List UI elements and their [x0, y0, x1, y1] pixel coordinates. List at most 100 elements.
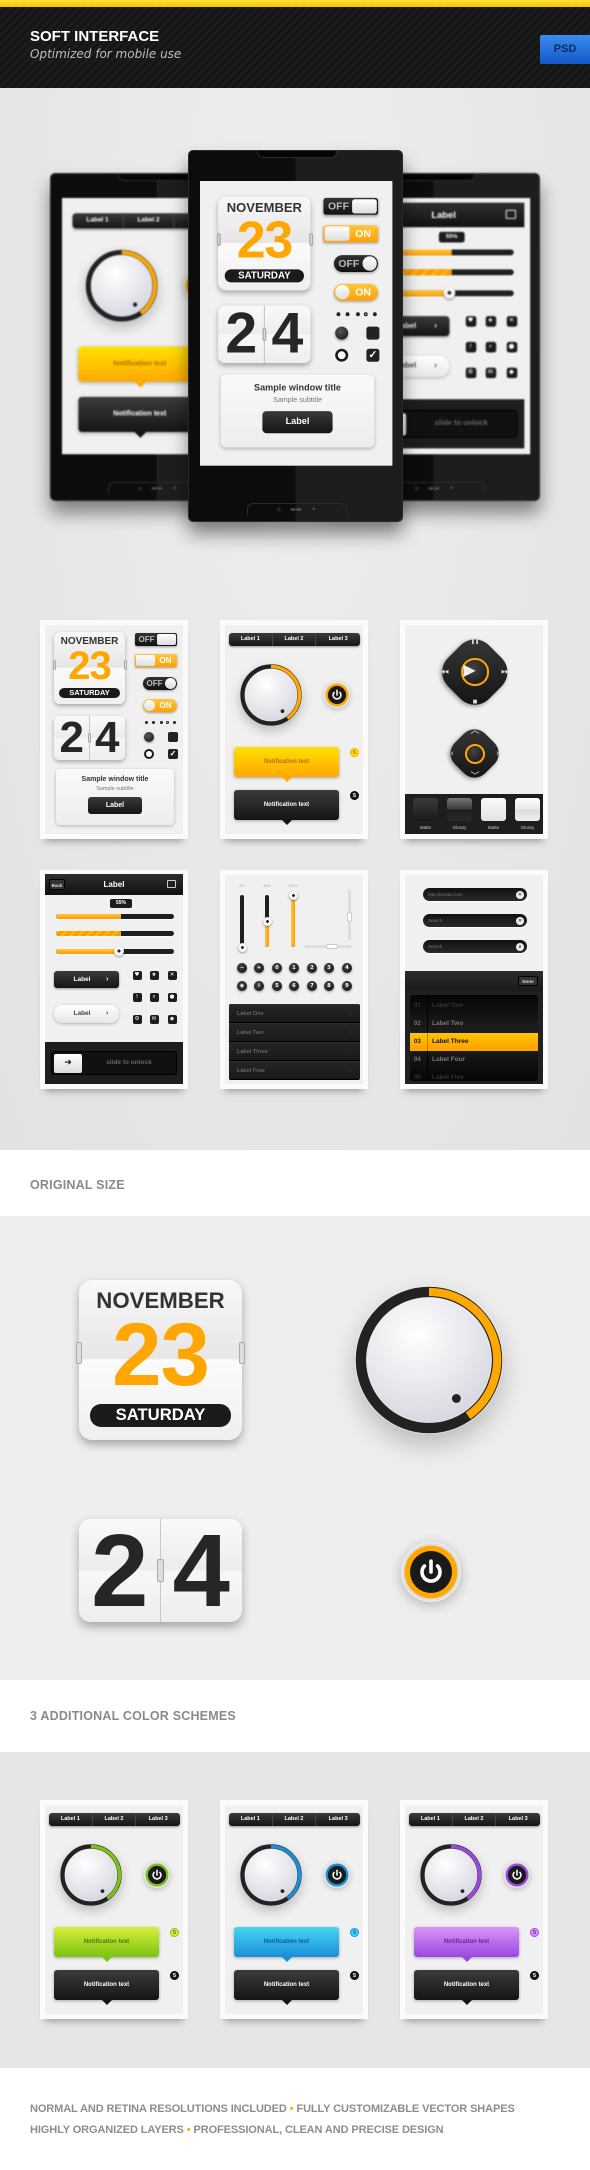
heart-icon[interactable]: ♥ [132, 970, 142, 980]
number-button[interactable]: 4 [342, 963, 352, 973]
list-item[interactable]: Label Four › [229, 1061, 360, 1080]
number-button[interactable]: 8 [324, 981, 334, 991]
swatch-light-glossy[interactable] [515, 798, 540, 821]
toggle-switch[interactable]: OFF [135, 633, 177, 646]
down-icon[interactable]: ﹀ [468, 772, 482, 782]
knob-graphic[interactable] [240, 664, 302, 726]
tab-label-1[interactable]: Label 1 [73, 213, 124, 229]
psd-badge-button[interactable]: PSD [540, 35, 590, 64]
window-button[interactable]: Label [262, 411, 333, 434]
tab-label-3[interactable]: Label 3 [136, 1813, 180, 1826]
page-indicator-dot[interactable] [144, 721, 148, 724]
info-icon-button[interactable]: i [254, 981, 264, 991]
number-button[interactable]: 3 [324, 963, 334, 973]
url-field[interactable]: http://envato.com ✕ [423, 888, 527, 901]
number-button[interactable]: 2 [307, 963, 317, 973]
toggle-switch[interactable]: OFF [323, 197, 379, 215]
rotary-knob[interactable] [60, 1844, 122, 1906]
right-icon[interactable]: › [491, 749, 505, 759]
tab-label-2[interactable]: Label 2 [124, 213, 175, 229]
slider-thumb[interactable] [113, 946, 124, 956]
star-icon[interactable]: ★ [485, 315, 496, 327]
rotary-knob[interactable] [240, 1844, 302, 1906]
knob-graphic[interactable] [355, 1286, 503, 1434]
picker-row[interactable]: 01 Label One [410, 997, 538, 1015]
location-icon[interactable]: ● [167, 992, 177, 1002]
checkbox-checked[interactable]: ✓ [168, 749, 178, 759]
left-icon[interactable]: ‹ [445, 749, 459, 759]
radio-button-unselected[interactable] [335, 348, 349, 362]
search-icon[interactable]: ⌕ [149, 992, 159, 1002]
tab-label-1[interactable]: Label 1 [409, 1813, 453, 1826]
toggle-switch[interactable]: ON [135, 654, 177, 667]
mail-icon[interactable]: ✉ [149, 1014, 159, 1024]
page-indicator-dot[interactable] [172, 721, 176, 724]
tab-label-1[interactable]: Label 1 [229, 1813, 273, 1826]
swatch-light-matte[interactable] [481, 798, 506, 821]
slider-thumb[interactable] [288, 890, 298, 900]
diamond-icon[interactable]: ◆ [167, 1014, 177, 1024]
star-icon[interactable]: ★ [149, 970, 159, 980]
search-icon[interactable]: ⌕ [485, 341, 496, 352]
page-indicator-dot[interactable] [159, 721, 163, 724]
pause-icon[interactable]: ❚❚ [468, 637, 482, 647]
picker-row[interactable]: 05 Label Five [410, 1069, 538, 1081]
toggle-switch[interactable]: ON [143, 699, 177, 712]
page-indicator-dot[interactable] [151, 721, 155, 724]
picker-row-selected[interactable]: 03 Label Three [410, 1033, 538, 1051]
clear-icon[interactable]: ✕ [516, 890, 524, 899]
share-icon[interactable] [167, 880, 176, 888]
play-button[interactable]: ▶ [461, 658, 489, 686]
location-icon[interactable]: ● [506, 341, 517, 352]
page-indicator-dot[interactable] [335, 312, 340, 317]
checkbox-unchecked[interactable] [366, 326, 380, 340]
swatch-dark-glossy[interactable] [447, 798, 472, 821]
number-button[interactable]: 5 [272, 981, 282, 991]
page-indicator-dot[interactable] [355, 312, 360, 317]
share-icon[interactable] [505, 209, 517, 220]
list-item[interactable]: Label Two › [229, 1023, 360, 1042]
picker-wheel[interactable]: 01 Label One 02 Label Two 03 Label Three 04 Lab… [410, 995, 538, 1081]
done-button[interactable]: Done [518, 976, 538, 986]
rewind-icon[interactable]: ◀◀ [438, 667, 452, 677]
swatch-dark-matte[interactable] [413, 798, 438, 821]
search-field[interactable]: Search ✕ [423, 914, 527, 927]
power-button[interactable] [401, 1542, 461, 1602]
close-icon[interactable]: ✕ [167, 970, 177, 980]
power-button[interactable] [504, 1862, 530, 1888]
number-button[interactable]: 6 [289, 981, 299, 991]
power-button[interactable] [324, 1862, 350, 1888]
page-indicator-dot[interactable] [344, 312, 349, 317]
number-button[interactable]: 1 [289, 963, 299, 973]
plus-icon-button[interactable]: + [254, 963, 264, 973]
tab-label-2[interactable]: Label 2 [273, 633, 317, 646]
rotary-knob[interactable] [85, 249, 158, 322]
knob-graphic[interactable] [240, 1844, 302, 1906]
list-item[interactable]: Label Three › [229, 1042, 360, 1061]
number-button[interactable]: 9 [342, 981, 352, 991]
picker-row[interactable]: 04 Label Four [410, 1051, 538, 1069]
record-icon-button[interactable]: ◉ [237, 981, 247, 991]
progress-slider[interactable] [56, 946, 174, 956]
knob-graphic[interactable] [60, 1844, 122, 1906]
slider-thumb[interactable] [262, 916, 272, 926]
tab-label-3[interactable]: Label 3 [316, 1813, 360, 1826]
power-button[interactable] [324, 682, 350, 708]
page-indicator-dot[interactable] [372, 312, 377, 317]
tab-label-3[interactable]: Label 3 [316, 633, 360, 646]
light-button[interactable]: Label › [54, 1005, 119, 1023]
mail-icon[interactable]: ✉ [485, 367, 496, 378]
number-button[interactable]: 7 [307, 981, 317, 991]
page-indicator-dot[interactable] [363, 312, 368, 317]
progress-slider[interactable] [56, 913, 174, 919]
toggle-switch[interactable]: ON [323, 225, 379, 243]
rotary-knob[interactable] [240, 664, 302, 726]
tab-label-2[interactable]: Label 2 [93, 1813, 137, 1826]
page-indicator-dot[interactable] [165, 721, 169, 724]
slider-thumb[interactable] [237, 942, 247, 952]
light-horizontal-slider[interactable] [304, 944, 352, 949]
rotary-knob[interactable] [355, 1286, 503, 1434]
toggle-switch[interactable]: ON [333, 283, 379, 301]
minus-icon-button[interactable]: − [237, 963, 247, 973]
tab-label-3[interactable]: Label 3 [496, 1813, 540, 1826]
